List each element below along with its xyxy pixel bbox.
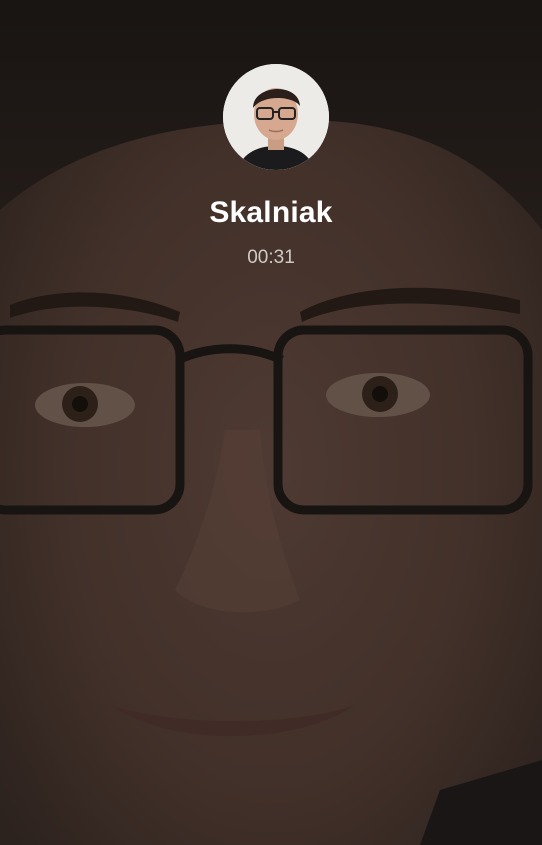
call-screen: Skalniak 00:31 [0,0,542,845]
contact-avatar-icon [223,64,329,170]
call-duration: 00:31 [247,247,295,268]
caller-avatar [223,64,329,170]
caller-name: Skalniak [209,196,333,229]
